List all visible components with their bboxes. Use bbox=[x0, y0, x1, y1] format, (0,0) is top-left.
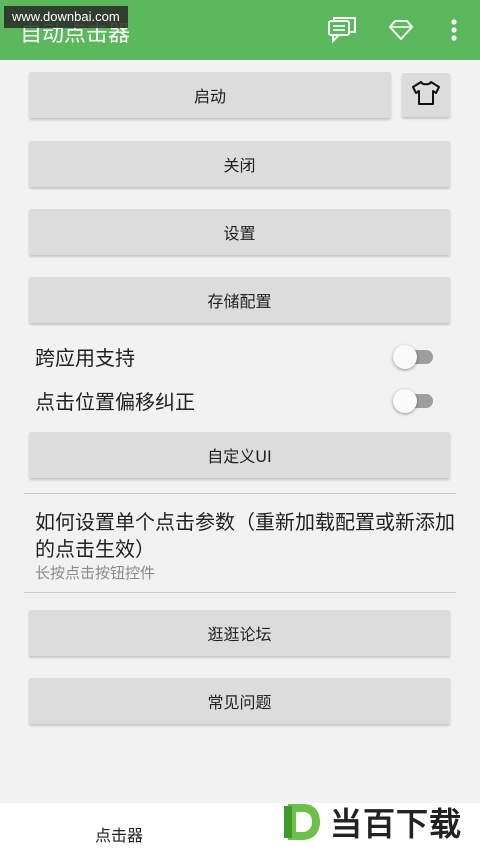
theme-button[interactable] bbox=[402, 73, 450, 117]
cross-app-switch[interactable] bbox=[393, 344, 435, 369]
custom-ui-button[interactable]: 自定义UI bbox=[29, 432, 450, 478]
save-config-button[interactable]: 存储配置 bbox=[29, 277, 450, 323]
offset-fix-switch[interactable] bbox=[393, 388, 435, 413]
logo-mark-icon bbox=[284, 804, 320, 840]
faq-button[interactable]: 常见问题 bbox=[29, 678, 450, 724]
logo: 当百下载 bbox=[280, 795, 470, 849]
tab-clicker[interactable]: 点击器 bbox=[95, 822, 143, 846]
settings-button[interactable]: 设置 bbox=[29, 209, 450, 255]
logo-text: 当百下载 bbox=[330, 805, 463, 843]
help-subtitle: 长按点击按钮控件 bbox=[35, 564, 156, 582]
close-button[interactable]: 关闭 bbox=[29, 141, 450, 187]
divider bbox=[24, 592, 456, 593]
offset-fix-row: 点击位置偏移纠正 bbox=[35, 380, 435, 420]
cross-app-row: 跨应用支持 bbox=[35, 336, 435, 376]
divider bbox=[24, 493, 456, 494]
switch-thumb bbox=[393, 389, 417, 413]
switch-thumb bbox=[393, 345, 417, 369]
more-vert-icon[interactable] bbox=[434, 10, 474, 50]
app-bar: 自动点击器 www.downbai.com bbox=[0, 0, 480, 60]
shirt-icon bbox=[411, 80, 441, 110]
help-title[interactable]: 如何设置单个点击参数（重新加载配置或新添加的点击生效） bbox=[35, 509, 455, 563]
diamond-icon[interactable] bbox=[381, 10, 421, 50]
forum-button[interactable]: 逛逛论坛 bbox=[29, 610, 450, 656]
cross-app-label: 跨应用支持 bbox=[35, 345, 135, 370]
watermark: www.downbai.com bbox=[4, 6, 128, 28]
start-button[interactable]: 启动 bbox=[29, 72, 391, 118]
offset-fix-label: 点击位置偏移纠正 bbox=[35, 389, 195, 414]
chat-icon[interactable] bbox=[322, 10, 362, 50]
